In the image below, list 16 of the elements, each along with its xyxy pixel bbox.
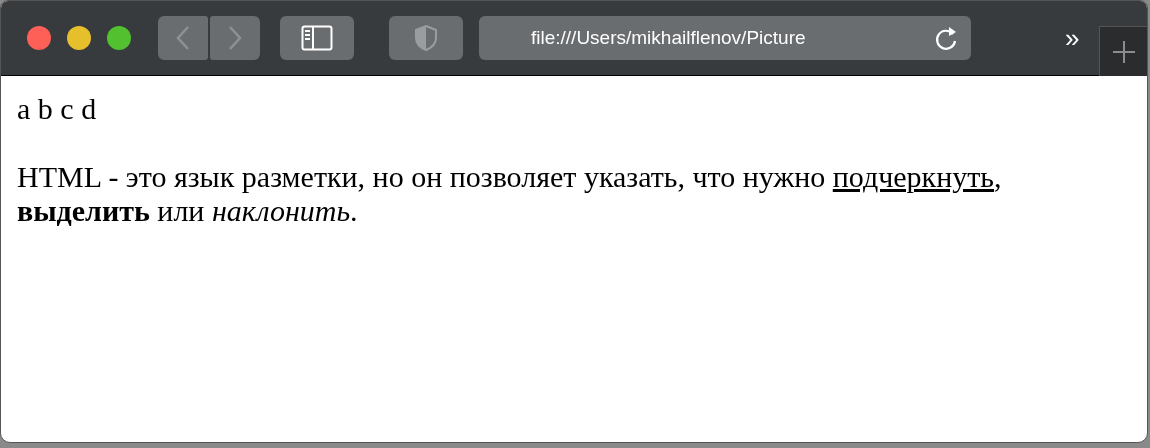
sidebar-button[interactable] xyxy=(280,16,354,60)
paragraph-text: HTML - это язык разметки, но он позволяет указать, что нужно подчеркнуть, выделить или наклонить. xyxy=(17,160,1003,228)
plus-icon xyxy=(1111,39,1136,64)
close-icon[interactable] xyxy=(27,26,51,50)
shield-icon xyxy=(414,24,438,52)
address-text: file:///Users/mikhailflenov/Picture xyxy=(531,25,807,50)
chevron-right-icon xyxy=(228,25,242,51)
new-tab-button[interactable] xyxy=(1099,26,1147,76)
reload-icon[interactable] xyxy=(933,24,959,52)
address-field[interactable]: file:///Users/mikhailflenov/Picture xyxy=(479,16,971,60)
maximize-icon[interactable] xyxy=(107,26,131,50)
chevron-left-icon xyxy=(176,25,190,51)
minimize-icon[interactable] xyxy=(67,26,91,50)
letters-text: a b c d xyxy=(17,92,98,126)
overflow-icon[interactable]: » xyxy=(1065,25,1080,51)
sidebar-icon xyxy=(301,25,333,51)
